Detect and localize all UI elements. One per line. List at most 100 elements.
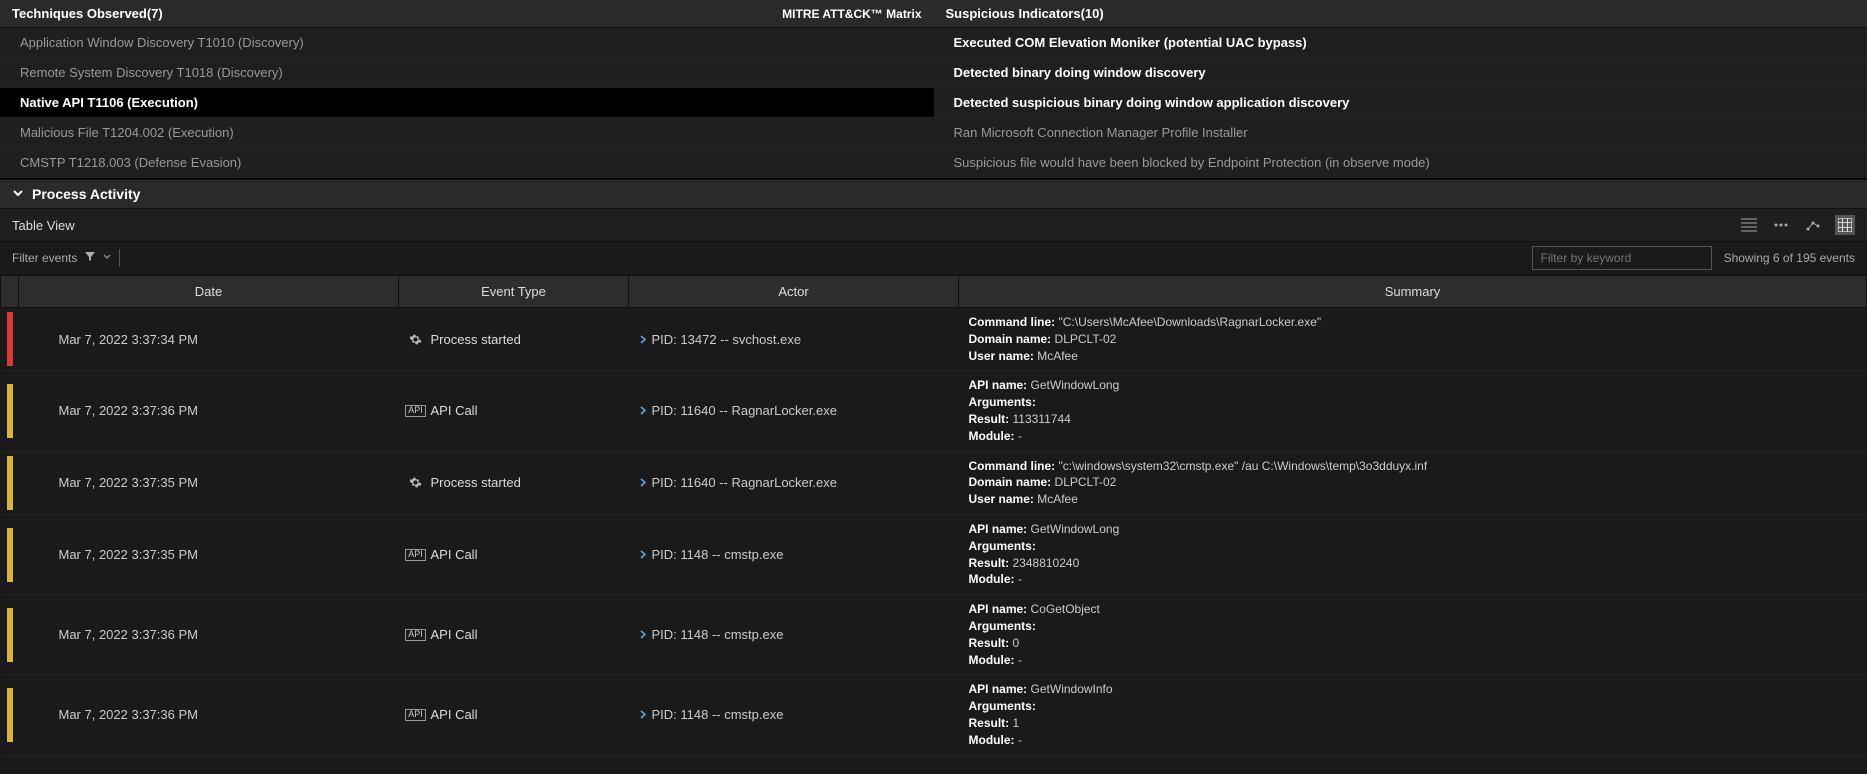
chevron-right-icon — [639, 335, 648, 347]
event-type-label: Process started — [431, 332, 521, 347]
actor-cell[interactable]: PID: 1148 -- cmstp.exe — [629, 595, 959, 675]
event-type-label: Process started — [431, 475, 521, 490]
list-view-icon[interactable] — [1739, 215, 1759, 235]
event-type-cell: Process started — [399, 451, 629, 514]
indicator-item[interactable]: Executed COM Elevation Moniker (potentia… — [934, 28, 1867, 58]
table-row[interactable]: Mar 7, 2022 3:37:36 PMAPIAPI CallPID: 11… — [1, 675, 1867, 755]
keyword-input[interactable] — [1532, 246, 1712, 270]
col-date[interactable]: Date — [19, 276, 399, 308]
summary-line: User name: McAfee — [969, 348, 1857, 365]
techniques-title: Techniques Observed(7) — [12, 6, 163, 21]
event-type-cell: APIAPI Call — [399, 371, 629, 451]
col-event-type[interactable]: Event Type — [399, 276, 629, 308]
technique-item[interactable]: Application Window Discovery T1010 (Disc… — [0, 28, 934, 58]
process-activity-title: Process Activity — [32, 186, 140, 202]
api-icon: API — [409, 709, 423, 721]
date-cell: Mar 7, 2022 3:37:36 PM — [19, 595, 399, 675]
severity-cell — [1, 308, 19, 371]
summary-line: Arguments: — [969, 698, 1857, 715]
severity-bar-yellow — [7, 456, 13, 510]
summary-line: Result: 0 — [969, 635, 1857, 652]
view-icons — [1739, 215, 1855, 235]
actor-link[interactable]: PID: 1148 -- cmstp.exe — [652, 627, 784, 642]
event-type-cell: API API Call — [399, 675, 629, 755]
summary-line: API name: GetWindowLong — [969, 521, 1857, 538]
table-row[interactable]: Mar 7, 2022 3:37:35 PMAPIAPI CallPID: 11… — [1, 514, 1867, 594]
table-row[interactable]: Mar 7, 2022 3:37:36 PMAPIAPI Call PID: 11… — [1, 595, 1867, 675]
table-row[interactable]: Mar 7, 2022 3:37:35 PM Process started PID… — [1, 451, 1867, 514]
severity-bar-yellow — [7, 608, 13, 662]
view-bar: Table View — [0, 209, 1867, 242]
summary-cell: Command line: "c:\windows\system32\cmstp… — [959, 451, 1867, 514]
indicators-list: Executed COM Elevation Moniker (potentia… — [934, 28, 1867, 178]
chevron-right-icon — [639, 406, 648, 418]
actor-cell[interactable]: PID: 1148 -- cmstp.exe — [629, 514, 959, 594]
severity-cell — [1, 675, 19, 755]
actor-link[interactable]: PID: 11640 -- RagnarLocker.exe — [652, 403, 837, 418]
event-type-label: API Call — [431, 547, 478, 562]
technique-item[interactable]: Native API T1106 (Execution) — [0, 88, 934, 118]
event-type-label: API Call — [431, 627, 478, 642]
summary-line: Result: 113311744 — [969, 411, 1857, 428]
mitre-link[interactable]: MITRE ATT&CK™ Matrix — [782, 7, 921, 21]
event-type-cell: Process started — [399, 308, 629, 371]
indicator-item[interactable]: Suspicious file would have been blocked … — [934, 148, 1867, 178]
actor-cell[interactable]: PID: 13472 -- svchost.exe — [629, 308, 959, 371]
filter-events-label[interactable]: Filter events — [12, 251, 77, 265]
summary-cell: API name: GetWindowLongArguments: Result… — [959, 514, 1867, 594]
filter-events-input[interactable] — [119, 249, 319, 267]
techniques-header: Techniques Observed(7) MITRE ATT&CK™ Mat… — [0, 0, 934, 28]
chevron-right-icon — [639, 478, 648, 490]
filter-right: Showing 6 of 195 events — [1532, 246, 1855, 270]
process-activity-header[interactable]: Process Activity — [0, 179, 1867, 209]
chevron-right-icon — [639, 630, 648, 642]
actor-link[interactable]: PID: 13472 -- svchost.exe — [652, 332, 802, 347]
table-row[interactable]: Mar 7, 2022 3:37:34 PM Process started PID… — [1, 308, 1867, 371]
api-icon: API — [409, 549, 423, 561]
actor-link[interactable]: PID: 11640 -- RagnarLocker.exe — [652, 475, 837, 490]
col-summary[interactable]: Summary — [959, 276, 1867, 308]
gear-icon — [409, 333, 423, 346]
col-actor[interactable]: Actor — [629, 276, 959, 308]
actor-cell[interactable]: PID: 1148 -- cmstp.exe — [629, 675, 959, 755]
actor-cell[interactable]: PID: 11640 -- RagnarLocker.exe — [629, 451, 959, 514]
indicator-item[interactable]: Ran Microsoft Connection Manager Profile… — [934, 118, 1867, 148]
summary-line: API name: GetWindowLong — [969, 377, 1857, 394]
filter-left: Filter events — [12, 249, 319, 267]
events-table: Date Event Type Actor Summary Mar 7, 202… — [0, 275, 1867, 756]
grid-view-icon[interactable] — [1835, 215, 1855, 235]
chevron-down-icon — [12, 187, 24, 202]
gear-icon — [409, 476, 423, 489]
actor-cell[interactable]: PID: 11640 -- RagnarLocker.exe — [629, 371, 959, 451]
indicator-item[interactable]: Detected suspicious binary doing window … — [934, 88, 1867, 118]
summary-line: Command line: "c:\windows\system32\cmstp… — [969, 458, 1857, 475]
technique-item[interactable]: CMSTP T1218.003 (Defense Evasion) — [0, 148, 934, 178]
event-type-label: API Call — [431, 403, 478, 418]
date-cell: Mar 7, 2022 3:37:35 PM — [19, 451, 399, 514]
severity-bar-red — [7, 312, 13, 366]
date-cell: Mar 7, 2022 3:37:34 PM — [19, 308, 399, 371]
filter-bar: Filter events Showing 6 of 195 events — [0, 242, 1867, 275]
actor-link[interactable]: PID: 1148 -- cmstp.exe — [652, 547, 784, 562]
summary-line: Domain name: DLPCLT-02 — [969, 331, 1857, 348]
technique-item[interactable]: Remote System Discovery T1018 (Discovery… — [0, 58, 934, 88]
more-icon[interactable] — [1771, 215, 1791, 235]
graph-view-icon[interactable] — [1803, 215, 1823, 235]
summary-cell: API name: GetWindowLongArguments: Result… — [959, 371, 1867, 451]
severity-bar-yellow — [7, 688, 13, 742]
technique-item[interactable]: Malicious File T1204.002 (Execution) — [0, 118, 934, 148]
summary-line: Module: - — [969, 732, 1857, 749]
summary-cell: API name: CoGetObjectArguments: Result: … — [959, 595, 1867, 675]
summary-line: API name: CoGetObject — [969, 601, 1857, 618]
event-type-cell: APIAPI Call — [399, 595, 629, 675]
indicator-item[interactable]: Detected binary doing window discovery — [934, 58, 1867, 88]
table-row[interactable]: Mar 7, 2022 3:37:36 PMAPIAPI CallPID: 11… — [1, 371, 1867, 451]
summary-line: API name: GetWindowInfo — [969, 681, 1857, 698]
top-panels: Techniques Observed(7) MITRE ATT&CK™ Mat… — [0, 0, 1867, 179]
actor-link[interactable]: PID: 1148 -- cmstp.exe — [652, 707, 784, 722]
severity-cell — [1, 371, 19, 451]
event-type-label: API Call — [431, 707, 478, 722]
chevron-right-icon — [639, 710, 648, 722]
chevron-down-icon[interactable] — [103, 253, 111, 263]
indicators-title: Suspicious Indicators(10) — [946, 6, 1104, 21]
